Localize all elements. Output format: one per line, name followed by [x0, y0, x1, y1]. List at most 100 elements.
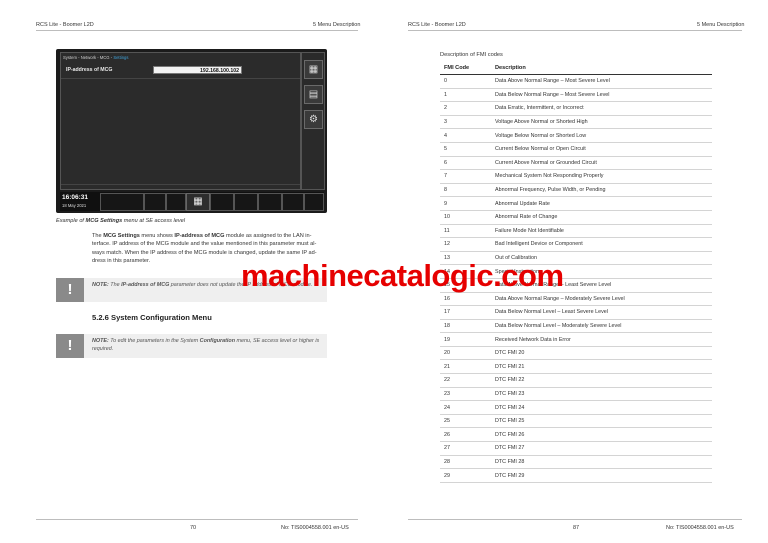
fmi-code-cell: 24 [440, 400, 491, 415]
fmi-code-cell: 5 [440, 142, 491, 157]
fmi-code-cell: 26 [440, 427, 491, 443]
ip-address-label: IP-address of MCG [66, 67, 113, 73]
breadcrumb-current: Settings [113, 55, 129, 60]
table-row: 28 DTC FMI 28 [440, 455, 712, 470]
right-header-section: 5 Menu Description [697, 22, 745, 28]
table-row: 7 Mechanical System Not Responding Proper… [440, 169, 712, 184]
table-row: 6 Current Above Normal or Grounded Circui… [440, 156, 712, 171]
fmi-description-cell: DTC FMI 27 [491, 441, 712, 456]
settings-icon[interactable]: ⚙ [304, 110, 323, 129]
fmi-description-cell: Current Below Normal or Open Circuit [491, 142, 712, 157]
function-slot[interactable] [282, 193, 304, 211]
left-page-number: 70 [190, 525, 197, 531]
note-text: NOTE: To edit the parameters in the Syst… [92, 338, 320, 352]
fmi-description-cell: Data Below Normal Range – Most Severe Le… [491, 88, 712, 103]
fmi-code-cell: 0 [440, 74, 491, 89]
table-row: 27 DTC FMI 27 [440, 441, 712, 456]
function-slot[interactable] [258, 193, 282, 211]
left-doc-number: No: TIS0004558.001 en-US [281, 525, 349, 531]
breadcrumb: System - Network - MCG - Settings [63, 55, 129, 60]
network-icon[interactable]: ▦ [304, 60, 323, 79]
fmi-code-cell: 6 [440, 156, 491, 171]
status-bar: 16:06:31 18 May 2021 ▦ [60, 192, 324, 211]
fmi-code-cell: 20 [440, 346, 491, 361]
right-footer-rule [408, 519, 742, 520]
fmi-code-cell: 7 [440, 169, 491, 184]
left-header-section: 5 Menu Description [313, 22, 361, 28]
table-row: 1 Data Below Normal Range – Most Severe L… [440, 88, 712, 103]
table-row: 11 Failure Mode Not Identifiable [440, 224, 712, 239]
function-slot[interactable] [210, 193, 234, 211]
fmi-code-cell: 19 [440, 332, 491, 347]
fmi-code-cell: 23 [440, 387, 491, 402]
status-slot-window[interactable] [166, 193, 186, 211]
fmi-description-cell: Data Below Normal Level – Moderately Sev… [491, 319, 712, 334]
function-slot[interactable] [304, 193, 324, 211]
fmi-description-cell: Voltage Above Normal or Shorted High [491, 115, 712, 130]
fmi-description-cell: Received Network Data in Error [491, 332, 712, 347]
fmi-code-cell: 25 [440, 414, 491, 429]
table-row: 12 Bad Intelligent Device or Component [440, 237, 712, 252]
ip-address-field[interactable]: 192.168.100.102 [153, 66, 242, 74]
settings-panel: System - Network - MCG - Settings IP-add… [60, 52, 301, 190]
fmi-description-cell: Mechanical System Not Responding Properl… [491, 169, 712, 184]
breadcrumb-item[interactable]: MCG [100, 55, 110, 60]
table-header-row: FMI Code Description [440, 61, 712, 75]
table-row: 9 Abnormal Update Rate [440, 196, 712, 211]
table-row: 18 Data Below Normal Level – Moderately S… [440, 319, 712, 334]
table-row: 5 Current Below Normal or Open Circuit [440, 142, 712, 157]
fmi-description-cell: DTC FMI 22 [491, 373, 712, 388]
table-row: 4 Voltage Below Normal or Shorted Low [440, 128, 712, 143]
table-row: 22 DTC FMI 22 [440, 373, 712, 388]
fmi-code-cell: 29 [440, 468, 491, 483]
mcg-settings-screenshot: System - Network - MCG - Settings IP-add… [56, 49, 327, 213]
fmi-description-cell: DTC FMI 28 [491, 455, 712, 470]
fmi-description-cell: DTC FMI 26 [491, 427, 712, 443]
table-row: 19 Received Network Data in Error [440, 332, 712, 347]
function-slot[interactable] [234, 193, 258, 211]
breadcrumb-item[interactable]: System [63, 55, 77, 60]
table-row: 16 Data Above Normal Range – Moderately S… [440, 292, 712, 307]
fmi-description-cell: Voltage Below Normal or Shorted Low [491, 128, 712, 143]
exclamation-icon: ! [56, 278, 84, 302]
column-header: FMI Code [440, 61, 491, 75]
row-divider [61, 184, 300, 185]
left-header-doc-title: RCS Lite - Boomer L2D [36, 22, 94, 28]
table-row: 20 DTC FMI 20 [440, 346, 712, 361]
left-footer-rule [36, 519, 358, 520]
fmi-description-cell: DTC FMI 24 [491, 400, 712, 415]
table-row: 0 Data Above Normal Range – Most Severe L… [440, 74, 712, 89]
status-slot-gauge[interactable] [100, 193, 144, 211]
fmi-description-cell: DTC FMI 23 [491, 387, 712, 402]
table-row: 21 DTC FMI 21 [440, 359, 712, 375]
exclamation-icon: ! [56, 334, 84, 358]
status-slot-panel[interactable] [144, 193, 166, 211]
right-page-number: 87 [573, 525, 580, 531]
fmi-code-cell: 12 [440, 237, 491, 252]
table-caption: Description of FMI codes [440, 52, 503, 58]
fmi-description-cell: Data Above Normal Range – Most Severe Le… [491, 74, 712, 89]
table-row: 8 Abnormal Frequency, Pulse Width, or Pen… [440, 183, 712, 198]
main-menu-grid-icon[interactable]: ▦ [186, 193, 210, 211]
right-doc-number: No: TIS0004558.001 en-US [666, 525, 734, 531]
table-row: 3 Voltage Above Normal or Shorted High [440, 115, 712, 130]
clock-time: 16:06:31 [62, 194, 89, 201]
service-icon[interactable]: ▤ [304, 85, 323, 104]
fmi-code-cell: 11 [440, 224, 491, 239]
figure-caption: Example of MCG Settings menu at SE acces… [56, 218, 186, 224]
section-heading: 5.2.6 System Configuration Menu [92, 313, 212, 322]
fmi-description-cell: DTC FMI 21 [491, 359, 712, 375]
table-row: 26 DTC FMI 26 [440, 427, 712, 443]
left-header-rule [36, 30, 358, 31]
watermark: machinecatalogic.com [241, 258, 564, 293]
breadcrumb-item[interactable]: Network [81, 55, 96, 60]
table-row: 24 DTC FMI 24 [440, 400, 712, 415]
fmi-code-cell: 2 [440, 101, 491, 116]
right-header-rule [408, 30, 742, 31]
fmi-description-cell: Current Above Normal or Grounded Circuit [491, 156, 712, 171]
fmi-description-cell: Abnormal Update Rate [491, 196, 712, 211]
fmi-code-cell: 8 [440, 183, 491, 198]
fmi-code-cell: 1 [440, 88, 491, 103]
fmi-code-cell: 22 [440, 373, 491, 388]
table-row: 23 DTC FMI 23 [440, 387, 712, 402]
